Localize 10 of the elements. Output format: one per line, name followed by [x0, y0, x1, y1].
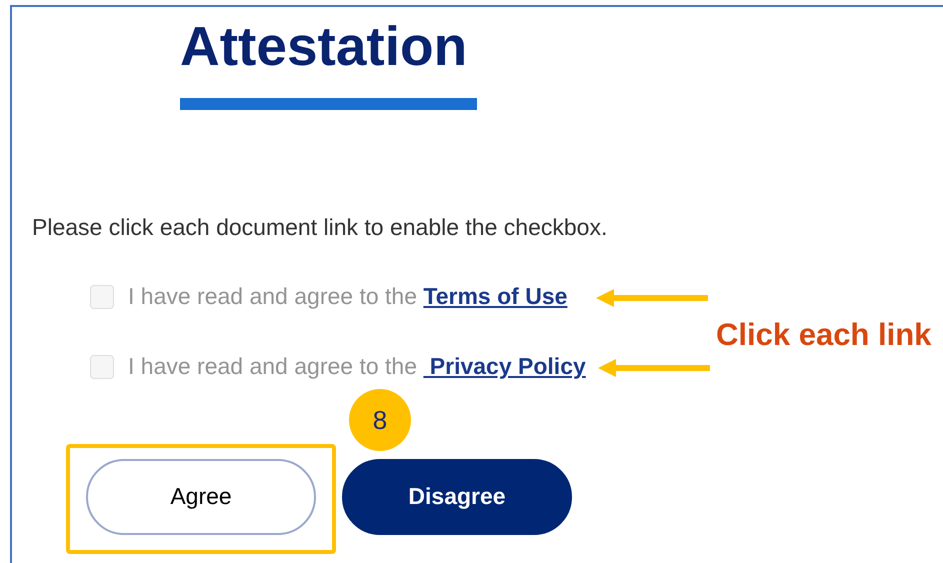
- instruction-text: Please click each document link to enable the checkbox.: [32, 213, 608, 242]
- agreement-text: I have read and agree to the: [128, 283, 418, 310]
- step-badge: 8: [349, 389, 411, 451]
- agree-button[interactable]: Agree: [86, 458, 316, 534]
- page-title: Attestation: [180, 16, 468, 76]
- agreement-text: I have read and agree to the: [128, 353, 418, 380]
- disagree-button[interactable]: Disagree: [342, 458, 572, 534]
- arrow-icon: [596, 288, 708, 308]
- callout-text: Click each link: [716, 316, 932, 354]
- arrow-icon: [598, 358, 710, 378]
